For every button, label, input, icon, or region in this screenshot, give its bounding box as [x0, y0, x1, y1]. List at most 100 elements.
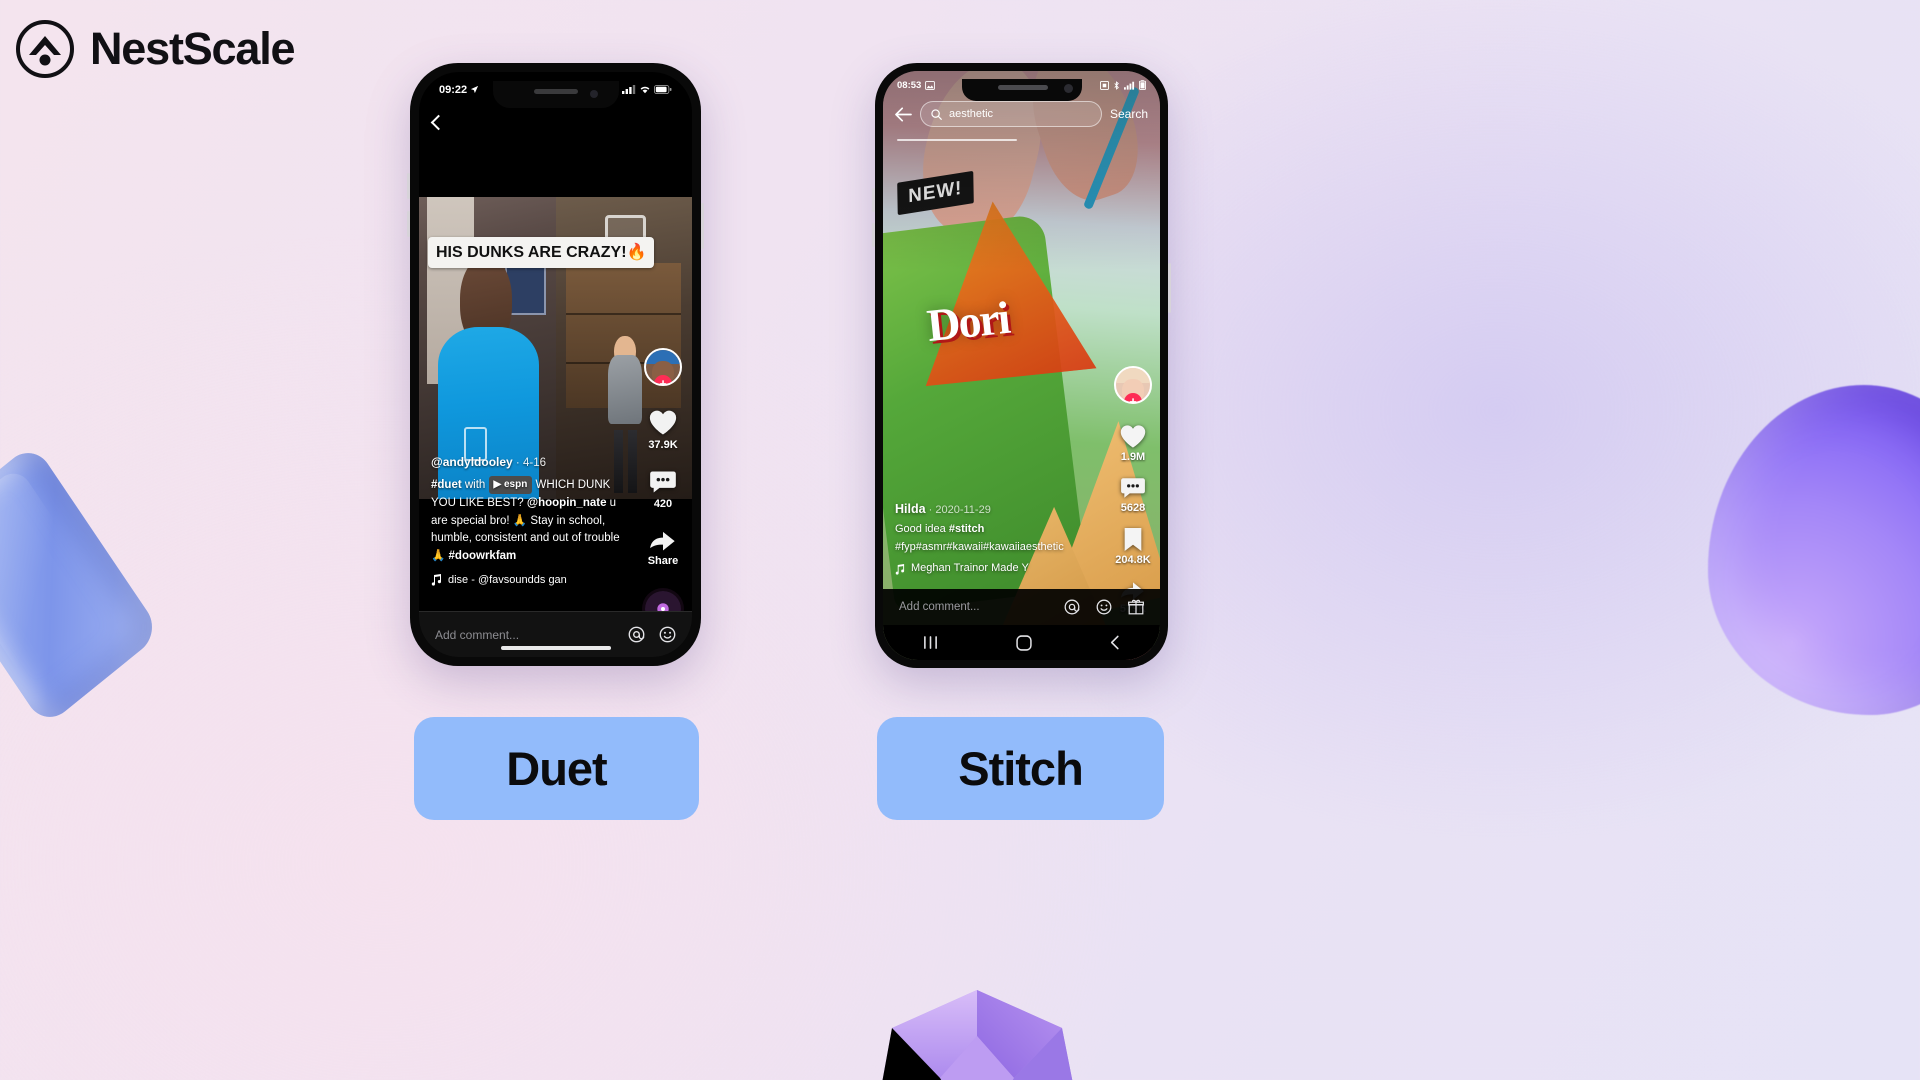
- phone-duet: HIS DUNKS ARE CRAZY!🔥 09:22 + 37.9K 420 …: [407, 63, 704, 666]
- video-topbar: [419, 102, 692, 142]
- stitch-label-button[interactable]: Stitch: [877, 717, 1164, 820]
- video-caption: @andyldooley · 4-16 #duet with ▶ espn WH…: [419, 453, 640, 589]
- caption-with-word: with: [464, 478, 486, 491]
- photo-icon: [925, 80, 936, 90]
- caption-separator: ·: [515, 457, 520, 470]
- caption-hashtags[interactable]: #fyp#asmr#kawaii#kawaiiaesthetic: [895, 541, 1064, 553]
- gift-icon[interactable]: [1128, 599, 1144, 615]
- phone-stitch-screen: Dori NEW! 08:53: [883, 71, 1160, 660]
- caption-username[interactable]: Hilda: [895, 502, 926, 516]
- power-button[interactable]: [1168, 263, 1171, 313]
- video-caption: Hilda · 2020-11-29 Good idea #stitch #fy…: [883, 499, 1108, 578]
- caption-emoji-1: 🙏: [512, 514, 528, 527]
- caption-mention[interactable]: @hoopin_nate: [527, 497, 607, 509]
- action-rail: + 37.9K 420 Share: [644, 348, 682, 627]
- comment-input-placeholder[interactable]: Add comment...: [435, 628, 614, 642]
- comment-input-placeholder[interactable]: Add comment...: [899, 601, 1048, 613]
- search-button[interactable]: Search: [1110, 107, 1148, 121]
- comment-count: 5628: [1120, 502, 1146, 514]
- back-chevron-icon[interactable]: [430, 114, 447, 130]
- volume-up-button[interactable]: [407, 173, 410, 199]
- music-note-icon: [895, 563, 905, 575]
- comment-bar[interactable]: Add comment...: [419, 611, 692, 657]
- screenshot-icon: [1100, 80, 1109, 90]
- heart-icon[interactable]: [648, 408, 678, 436]
- earpiece-speaker: [533, 89, 578, 94]
- search-input[interactable]: aesthetic: [920, 101, 1102, 127]
- blue-slab-shape: [0, 442, 162, 728]
- emoji-icon[interactable]: [659, 626, 676, 643]
- power-button[interactable]: [701, 203, 704, 249]
- at-mention-icon[interactable]: [1064, 599, 1080, 615]
- volume-down-button[interactable]: [872, 223, 875, 247]
- caption-author-line: @andyldooley · 4-16: [431, 453, 628, 473]
- music-title: dise - @favsoundds gan: [448, 573, 567, 586]
- caption-hashtag-stitch[interactable]: #stitch: [949, 523, 984, 535]
- battery-icon: [1139, 80, 1146, 90]
- status-time-group: 09:22: [439, 84, 479, 96]
- espn-mention-pill[interactable]: ▶ espn: [488, 476, 533, 494]
- search-query: aesthetic: [949, 108, 994, 120]
- share-label: Share: [647, 555, 679, 567]
- back-icon[interactable]: [1109, 635, 1121, 650]
- caption-line-1: Good idea #stitch: [895, 521, 1096, 539]
- comment-bubble-icon[interactable]: [1120, 476, 1146, 500]
- volume-down-button[interactable]: [407, 211, 410, 237]
- phone-duet-screen: HIS DUNKS ARE CRAZY!🔥 09:22 + 37.9K 420 …: [419, 72, 692, 657]
- at-mention-icon[interactable]: [628, 626, 645, 643]
- like-count: 37.9K: [648, 439, 678, 451]
- wifi-icon: [640, 86, 650, 94]
- status-time-group: 08:53: [897, 80, 936, 91]
- cellular-signal-icon: [622, 85, 636, 94]
- music-row[interactable]: Meghan Trainor Made Y: [895, 560, 1096, 578]
- caption-hashtag-duet[interactable]: #duet: [431, 479, 462, 491]
- comment-bar[interactable]: Add comment...: [883, 589, 1160, 625]
- video-progress-bar[interactable]: [897, 139, 1017, 141]
- plus-follow-icon[interactable]: +: [1124, 393, 1142, 402]
- caption-emoji-2: 🙏: [431, 550, 446, 563]
- caption-date: 4-16: [522, 457, 546, 470]
- video-caption-sticker: HIS DUNKS ARE CRAZY!🔥: [428, 237, 655, 268]
- duet-label-button[interactable]: Duet: [414, 717, 699, 820]
- purple-gem-shape: [880, 990, 1075, 1080]
- battery-icon: [654, 85, 672, 94]
- brand-name: NestScale: [90, 23, 296, 74]
- plus-follow-icon[interactable]: +: [654, 375, 672, 384]
- music-row[interactable]: dise - @favsoundds gan: [431, 572, 628, 589]
- android-nav-bar: [883, 625, 1160, 660]
- bluetooth-icon: [1114, 80, 1119, 90]
- purple-blob-shape: [1708, 385, 1920, 715]
- like-count: 1.9M: [1120, 451, 1146, 463]
- brand-logo[interactable]: NestScale: [14, 18, 296, 80]
- caption-hashtag-end[interactable]: #doowrkfam: [449, 550, 517, 562]
- caption-line-2: #fyp#asmr#kawaii#kawaiiaesthetic: [895, 539, 1096, 557]
- caption-author-line: Hilda · 2020-11-29: [895, 499, 1096, 520]
- caption-text-1: Good idea: [895, 523, 946, 536]
- search-icon: [931, 108, 942, 120]
- home-indicator: [500, 646, 611, 650]
- home-icon[interactable]: [1016, 634, 1032, 651]
- front-camera: [589, 90, 598, 98]
- recents-icon[interactable]: [922, 635, 939, 650]
- caption-separator: ·: [928, 503, 933, 516]
- creator-avatar[interactable]: +: [644, 348, 682, 386]
- phone-stitch: Dori NEW! 08:53: [872, 63, 1171, 668]
- music-title: Meghan Trainor Made Y: [911, 562, 1029, 575]
- heart-icon[interactable]: [1119, 423, 1147, 449]
- bookmark-icon[interactable]: [1122, 527, 1144, 552]
- share-arrow-icon[interactable]: [649, 528, 677, 552]
- signal-bars-icon: [1124, 81, 1135, 90]
- music-note-icon: [431, 574, 442, 587]
- caption-date: 2020-11-29: [935, 503, 991, 516]
- comment-bubble-icon[interactable]: [649, 469, 677, 495]
- ios-notch: [492, 81, 619, 108]
- back-arrow-icon[interactable]: [895, 106, 912, 122]
- creator-avatar[interactable]: +: [1114, 366, 1152, 404]
- volume-up-button[interactable]: [872, 188, 875, 212]
- status-indicators: [1100, 80, 1146, 90]
- emoji-icon[interactable]: [1096, 599, 1112, 615]
- earpiece-speaker: [997, 85, 1048, 90]
- status-indicators: [622, 85, 672, 94]
- caption-username[interactable]: @andyldooley: [431, 455, 513, 469]
- bookmark-count: 204.8K: [1115, 554, 1151, 566]
